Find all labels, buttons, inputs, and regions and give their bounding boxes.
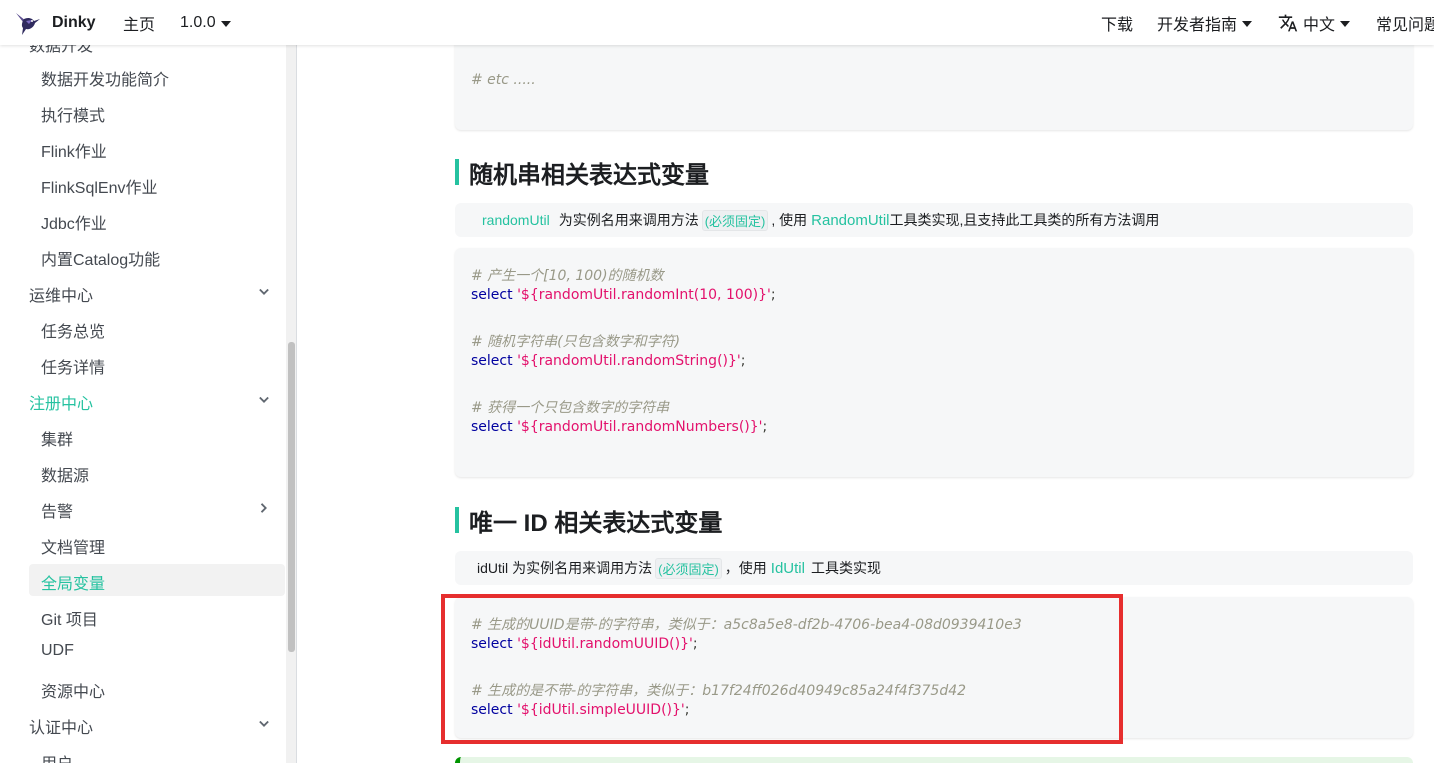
sidebar-item[interactable]: 数据源 bbox=[41, 462, 89, 486]
caret-down-icon bbox=[1242, 20, 1253, 27]
sidebar-item[interactable]: 任务详情 bbox=[41, 354, 105, 378]
required-badge: (必须固定) bbox=[655, 557, 722, 579]
nav-faq-link[interactable]: 常见问题 bbox=[1376, 11, 1434, 35]
heading-random-vars: 随机串相关表达式变量 bbox=[455, 157, 709, 189]
language-dropdown[interactable]: 中文 bbox=[1278, 11, 1351, 35]
sidebar-item[interactable]: 执行模式 bbox=[41, 102, 105, 126]
heading-text: 唯一 ID 相关表达式变量 bbox=[469, 509, 723, 537]
highlight-annotation-box bbox=[441, 594, 1123, 744]
sidebar-category-data-dev[interactable]: 数据开发 bbox=[29, 45, 93, 56]
sidebar-category-auth[interactable]: 认证中心 bbox=[29, 714, 93, 738]
sidebar-item[interactable]: 数据开发功能简介 bbox=[41, 66, 169, 90]
sidebar-item[interactable]: 集群 bbox=[41, 426, 73, 450]
sidebar-item[interactable]: Flink作业 bbox=[41, 138, 107, 162]
caret-down-icon bbox=[1340, 20, 1351, 27]
note-id: idUtil 为实例名用来调用方法 (必须固定) ，使用 IdUtil 工具类实… bbox=[455, 551, 1413, 585]
nav-download-link[interactable]: 下载 bbox=[1101, 11, 1133, 35]
code-comment: # 获得一个只包含数字的字符串 bbox=[471, 400, 670, 416]
sidebar-item-global-variables[interactable]: 全局变量 bbox=[41, 570, 105, 594]
note-text: 工具类实现 bbox=[810, 560, 881, 576]
brand[interactable]: Dinky bbox=[14, 9, 96, 37]
note-text: , 使用 bbox=[771, 212, 808, 228]
heading-accent-bar bbox=[455, 507, 459, 533]
note-text: 工具类实现,且支持此工具类的所有方法调用 bbox=[889, 212, 1160, 228]
language-label: 中文 bbox=[1303, 16, 1336, 34]
version-dropdown[interactable]: 1.0.0 bbox=[180, 14, 231, 32]
heading-accent-bar bbox=[455, 159, 459, 185]
sidebar-item[interactable]: Git 项目 bbox=[41, 606, 98, 630]
code-block-etc: # etc ..... bbox=[455, 35, 1413, 130]
note-text: 为实例名用来调用方法 bbox=[558, 212, 699, 228]
sidebar-scrollbar-thumb[interactable] bbox=[288, 342, 295, 652]
tip-admonition bbox=[455, 757, 1413, 763]
chevron-right-icon[interactable] bbox=[254, 498, 274, 518]
dev-guide-dropdown[interactable]: 开发者指南 bbox=[1157, 11, 1253, 35]
sidebar-item-alert[interactable]: 告警 bbox=[41, 498, 73, 522]
note-random: randomUtil 为实例名用来调用方法 (必须固定) , 使用 Random… bbox=[455, 203, 1413, 237]
sidebar-item[interactable]: 内置Catalog功能 bbox=[41, 246, 160, 270]
hummingbird-logo-icon bbox=[16, 12, 40, 35]
util-link[interactable]: RandomUtil bbox=[811, 212, 889, 229]
code-line: select '${randomUtil.randomNumbers()}'; bbox=[471, 419, 768, 435]
code-comment: # 随机字符串(只包含数字和字符) bbox=[471, 334, 681, 350]
code-line: select '${randomUtil.randomInt(10, 100)}… bbox=[471, 287, 776, 303]
sidebar-item[interactable]: Jdbc作业 bbox=[41, 210, 107, 234]
note-text: ，使用 bbox=[724, 560, 767, 576]
docs-sidebar: 数据开发 数据开发功能简介 执行模式 Flink作业 FlinkSqlEnv作业… bbox=[0, 45, 297, 763]
sidebar-item[interactable]: 用户 bbox=[41, 750, 73, 763]
sidebar-category-registry[interactable]: 注册中心 bbox=[29, 390, 93, 414]
nav-home-link[interactable]: 主页 bbox=[123, 11, 155, 35]
sidebar-item[interactable]: 文档管理 bbox=[41, 534, 105, 558]
code-line: select '${randomUtil.randomString()}'; bbox=[471, 353, 746, 369]
note-text: 为实例名用来调用方法 bbox=[512, 560, 653, 576]
required-badge: (必须固定) bbox=[701, 209, 769, 231]
version-label: 1.0.0 bbox=[180, 13, 216, 31]
sidebar-item[interactable]: FlinkSqlEnv作业 bbox=[41, 174, 157, 198]
util-link[interactable]: IdUtil bbox=[771, 560, 805, 577]
code-comment: # etc ..... bbox=[471, 72, 536, 88]
sidebar-item[interactable]: UDF bbox=[41, 642, 74, 660]
caret-down-icon bbox=[220, 20, 231, 27]
code-comment: # 产生一个[10, 100)的随机数 bbox=[471, 268, 664, 284]
sidebar-category-ops[interactable]: 运维中心 bbox=[29, 282, 93, 306]
top-navbar: Dinky 主页 1.0.0 下载 开发者指南 中文 常见问题 bbox=[0, 0, 1434, 45]
var-name: idUtil bbox=[477, 560, 509, 576]
heading-text: 随机串相关表达式变量 bbox=[469, 161, 709, 189]
translate-icon bbox=[1278, 14, 1298, 31]
brand-name: Dinky bbox=[52, 13, 96, 31]
heading-id-vars: 唯一 ID 相关表达式变量 bbox=[455, 505, 723, 537]
sidebar-item[interactable]: 资源中心 bbox=[41, 678, 105, 702]
code-block-random: # 产生一个[10, 100)的随机数 select '${randomUtil… bbox=[455, 248, 1413, 477]
dev-guide-label: 开发者指南 bbox=[1157, 16, 1238, 34]
chevron-down-icon[interactable] bbox=[254, 390, 274, 410]
chevron-down-icon[interactable] bbox=[254, 282, 274, 302]
chevron-down-icon[interactable] bbox=[254, 714, 274, 734]
var-name: randomUtil bbox=[482, 212, 550, 228]
sidebar-item[interactable]: 任务总览 bbox=[41, 318, 105, 342]
